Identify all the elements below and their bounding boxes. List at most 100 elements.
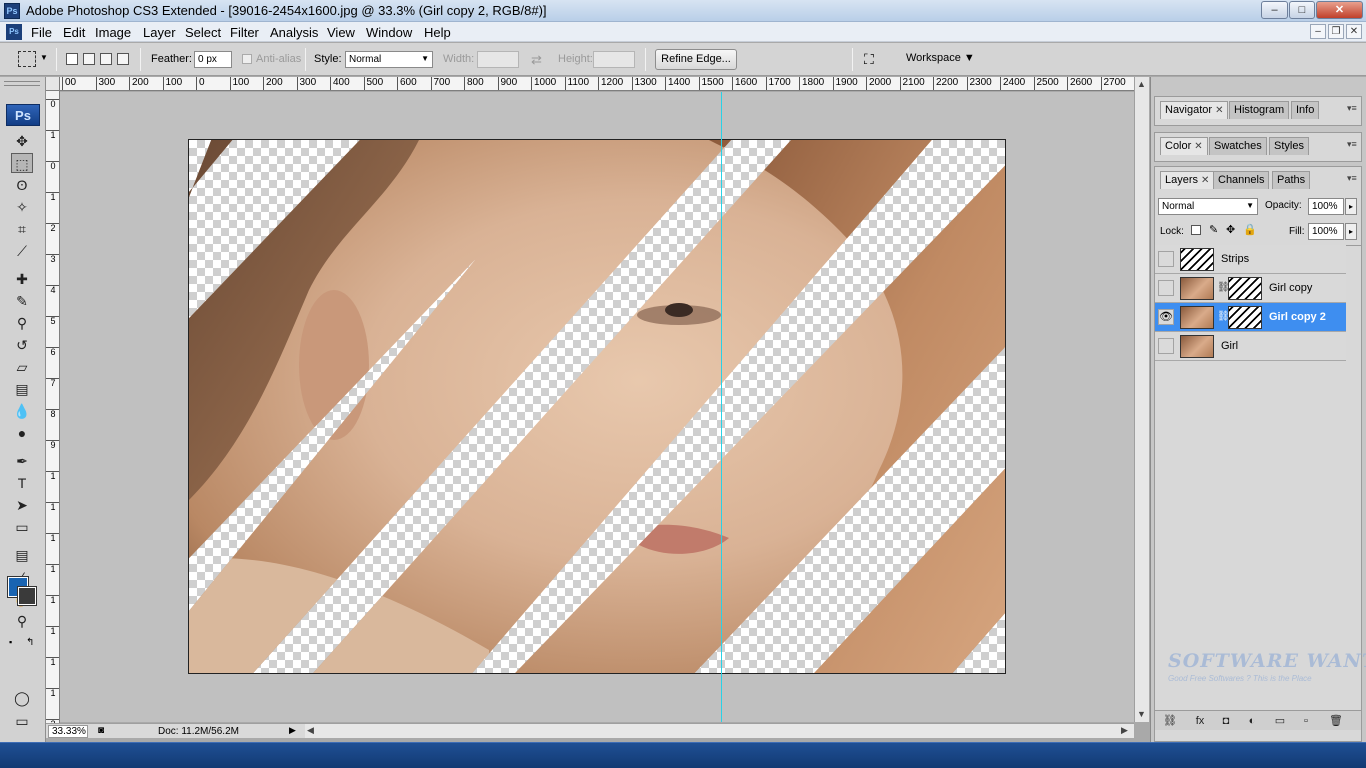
- new-selection-icon[interactable]: [66, 53, 78, 65]
- tab-info[interactable]: Info: [1291, 101, 1320, 119]
- preset-dropdown-icon[interactable]: ▼: [40, 53, 48, 62]
- crop-tool[interactable]: ⌗: [11, 219, 33, 239]
- panel-grip[interactable]: [4, 81, 40, 86]
- move-tool[interactable]: ✥: [11, 131, 33, 151]
- vertical-scrollbar[interactable]: ▲ ▼: [1134, 77, 1149, 722]
- lock-pixels-icon[interactable]: ✎: [1209, 223, 1218, 236]
- menu-layer[interactable]: Layer: [139, 24, 180, 41]
- minimize-button[interactable]: –: [1261, 1, 1288, 19]
- opacity-slider-arrow[interactable]: ▸: [1345, 198, 1357, 215]
- close-icon[interactable]: ✕: [1201, 175, 1209, 186]
- quick-mask-icon[interactable]: ◯: [11, 688, 33, 708]
- gradient-tool[interactable]: ▤: [11, 379, 33, 399]
- panel-menu-icon[interactable]: ▾≡: [1347, 139, 1359, 150]
- marquee-tool[interactable]: ⬚: [11, 153, 33, 173]
- ps-menu-icon[interactable]: Ps: [6, 24, 22, 40]
- menu-help[interactable]: Help: [420, 24, 455, 41]
- layer-row-girl[interactable]: Girl: [1155, 332, 1346, 361]
- antialias-checkbox[interactable]: [242, 54, 252, 64]
- fill-slider-arrow[interactable]: ▸: [1345, 223, 1357, 240]
- brush-tool[interactable]: ✎: [11, 291, 33, 311]
- type-tool[interactable]: T: [11, 473, 33, 493]
- fill-input[interactable]: 100%: [1308, 223, 1344, 240]
- tab-swatches[interactable]: Swatches: [1209, 137, 1267, 155]
- new-group-icon[interactable]: ▭: [1271, 714, 1289, 728]
- path-selection-tool[interactable]: ➤: [11, 495, 33, 515]
- menu-select[interactable]: Select: [181, 24, 225, 41]
- swap-colors-icon[interactable]: ↰: [26, 637, 34, 648]
- visibility-toggle[interactable]: [1158, 251, 1174, 267]
- slice-tool[interactable]: ⟋: [11, 241, 33, 261]
- panel-menu-icon[interactable]: ▾≡: [1347, 173, 1359, 184]
- layer-row-strips[interactable]: Strips: [1155, 245, 1346, 274]
- magic-wand-tool[interactable]: ✧: [11, 197, 33, 217]
- maximize-button[interactable]: □: [1289, 1, 1315, 19]
- height-input[interactable]: [593, 51, 635, 68]
- default-colors-icon[interactable]: ▪: [9, 637, 12, 647]
- clone-stamp-tool[interactable]: ⚲: [11, 313, 33, 333]
- panel-menu-icon[interactable]: ▾≡: [1347, 103, 1359, 114]
- visibility-toggle[interactable]: [1158, 338, 1174, 354]
- layer-mask-thumbnail[interactable]: [1228, 306, 1262, 329]
- menu-filter[interactable]: Filter: [226, 24, 263, 41]
- lock-all-icon[interactable]: 🔒: [1243, 223, 1257, 236]
- trash-icon[interactable]: 🗑: [1327, 714, 1345, 728]
- close-icon[interactable]: ✕: [1215, 105, 1223, 116]
- lock-position-icon[interactable]: ✥: [1226, 223, 1235, 236]
- notes-tool[interactable]: ▤: [11, 545, 33, 565]
- close-icon[interactable]: ✕: [1194, 141, 1202, 152]
- horizontal-ruler[interactable]: 00 300 200 100 0 100 200 300 400 500 600 700 800 900 1…: [60, 77, 1134, 91]
- opacity-input[interactable]: 100%: [1308, 198, 1344, 215]
- visibility-toggle[interactable]: [1158, 280, 1174, 296]
- status-menu-arrow[interactable]: ▶: [289, 725, 301, 737]
- horizontal-scrollbar[interactable]: ◀ ▶: [305, 723, 1134, 738]
- add-mask-icon[interactable]: ◘: [1217, 714, 1235, 728]
- lasso-tool[interactable]: ʘ: [11, 175, 33, 195]
- document-close-button[interactable]: ✕: [1346, 24, 1362, 39]
- intersect-selection-icon[interactable]: [117, 53, 129, 65]
- menu-window[interactable]: Window: [362, 24, 416, 41]
- document-canvas[interactable]: [188, 139, 1006, 674]
- tab-color[interactable]: Color ✕: [1160, 137, 1208, 155]
- blur-tool[interactable]: 💧: [11, 401, 33, 421]
- tab-navigator[interactable]: Navigator ✕: [1160, 101, 1229, 119]
- layer-style-icon[interactable]: fx: [1191, 714, 1209, 728]
- document-minimize-button[interactable]: –: [1310, 24, 1326, 39]
- menu-view[interactable]: View: [323, 24, 359, 41]
- zoom-field[interactable]: 33.33%: [48, 725, 88, 738]
- scroll-down-icon[interactable]: ▼: [1137, 709, 1146, 719]
- subtract-selection-icon[interactable]: [100, 53, 112, 65]
- document-restore-button[interactable]: ❐: [1328, 24, 1344, 39]
- history-brush-tool[interactable]: ↺: [11, 335, 33, 355]
- menu-analysis[interactable]: Analysis: [266, 24, 322, 41]
- add-selection-icon[interactable]: [83, 53, 95, 65]
- guide-line[interactable]: [721, 92, 722, 722]
- status-preview-icon[interactable]: ◙: [98, 725, 104, 736]
- bridge-icon[interactable]: ⛶: [864, 51, 886, 69]
- adjustment-layer-icon[interactable]: ◐: [1243, 714, 1261, 728]
- layer-mask-thumbnail[interactable]: [1228, 277, 1262, 300]
- tab-channels[interactable]: Channels: [1213, 171, 1270, 189]
- eraser-tool[interactable]: ▱: [11, 357, 33, 377]
- menu-edit[interactable]: Edit: [59, 24, 89, 41]
- lock-transparency-icon[interactable]: [1191, 225, 1201, 235]
- pen-tool[interactable]: ✒: [11, 451, 33, 471]
- scroll-up-icon[interactable]: ▲: [1137, 79, 1146, 89]
- tab-histogram[interactable]: Histogram: [1229, 101, 1290, 119]
- close-button[interactable]: ✕: [1316, 1, 1363, 19]
- zoom-tool[interactable]: ⚲: [11, 611, 33, 631]
- layer-row-girl-copy[interactable]: ⛓ Girl copy: [1155, 274, 1346, 303]
- menu-file[interactable]: File: [27, 24, 56, 41]
- ruler-origin[interactable]: [46, 77, 60, 91]
- tab-layers[interactable]: Layers ✕: [1160, 171, 1215, 189]
- workspace-menu[interactable]: Workspace ▼: [906, 52, 975, 64]
- tab-paths[interactable]: Paths: [1272, 171, 1311, 189]
- dodge-tool[interactable]: ●: [11, 423, 33, 443]
- refine-edge-button[interactable]: Refine Edge...: [655, 49, 737, 70]
- style-select[interactable]: Normal ▼: [345, 51, 433, 68]
- shape-tool[interactable]: ▭: [11, 517, 33, 537]
- healing-brush-tool[interactable]: ✚: [11, 269, 33, 289]
- scroll-right-icon[interactable]: ▶: [1121, 725, 1128, 736]
- link-layers-icon[interactable]: ⛓: [1161, 714, 1179, 728]
- eye-icon[interactable]: 👁: [1158, 309, 1174, 325]
